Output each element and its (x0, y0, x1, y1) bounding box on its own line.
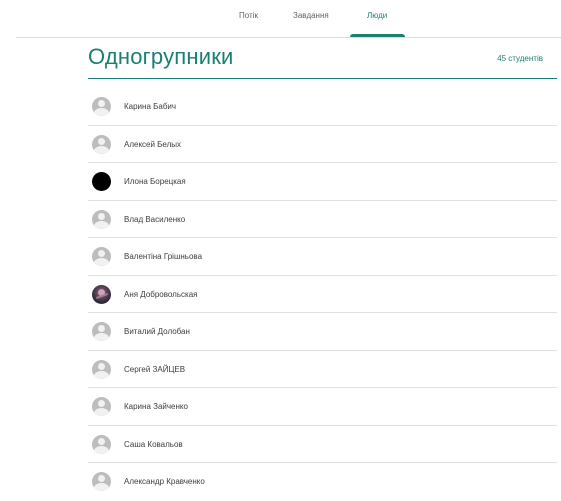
avatar (92, 172, 111, 191)
top-navigation: Потік Завдання Люди (0, 0, 561, 38)
student-list: Карина Бабич Алексей Белых Илона Борецкая В… (88, 88, 557, 501)
default-avatar-icon (92, 134, 111, 154)
list-item[interactable]: Валентіна Грішньова (88, 238, 557, 276)
list-item[interactable]: Александр Кравченко (88, 463, 557, 501)
student-count: 45 студентів (497, 54, 543, 63)
nav-divider (16, 37, 561, 38)
list-item[interactable]: Виталий Долобан (88, 313, 557, 351)
default-avatar-icon (92, 97, 111, 116)
student-name: Виталий Долобан (124, 327, 190, 336)
list-item[interactable]: Сергей ЗАЙЦЕВ (88, 351, 557, 388)
list-item[interactable]: Аня Добровольская (88, 276, 557, 313)
list-item[interactable]: Карина Зайченко (88, 388, 557, 426)
list-item[interactable]: Карина Бабич (88, 88, 557, 126)
default-avatar-icon (92, 397, 111, 416)
default-avatar-icon (92, 359, 111, 379)
default-avatar-icon (92, 209, 111, 229)
student-name: Сергей ЗАЙЦЕВ (124, 364, 186, 374)
list-item[interactable]: Илона Борецкая (88, 163, 557, 201)
avatar (92, 284, 111, 304)
student-name: Карина Бабич (124, 102, 177, 111)
default-avatar-icon (92, 472, 111, 491)
student-name: Влад Василенко (124, 214, 186, 224)
default-avatar-icon (92, 322, 111, 341)
student-name: Илона Борецкая (124, 177, 186, 186)
tab-classwork[interactable]: Завдання (293, 12, 329, 30)
default-avatar-icon (92, 247, 111, 266)
section-title: Одногрупники (88, 44, 234, 69)
student-name: Саша Ковальов (124, 439, 183, 449)
student-name: Карина Зайченко (124, 402, 188, 411)
list-item[interactable]: Саша Ковальов (88, 426, 557, 463)
student-name: Алексей Белых (124, 139, 182, 149)
list-item[interactable]: Алексей Белых (88, 126, 557, 163)
student-name: Александр Кравченко (124, 477, 205, 486)
classmates-section-header: Одногрупники 45 студентів (88, 44, 557, 79)
tab-people[interactable]: Люди (367, 12, 387, 30)
student-name: Аня Добровольская (124, 289, 198, 299)
tab-stream[interactable]: Потік (239, 12, 258, 30)
default-avatar-icon (92, 434, 111, 454)
list-item[interactable]: Влад Василенко (88, 201, 557, 238)
student-name: Валентіна Грішньова (124, 252, 203, 261)
